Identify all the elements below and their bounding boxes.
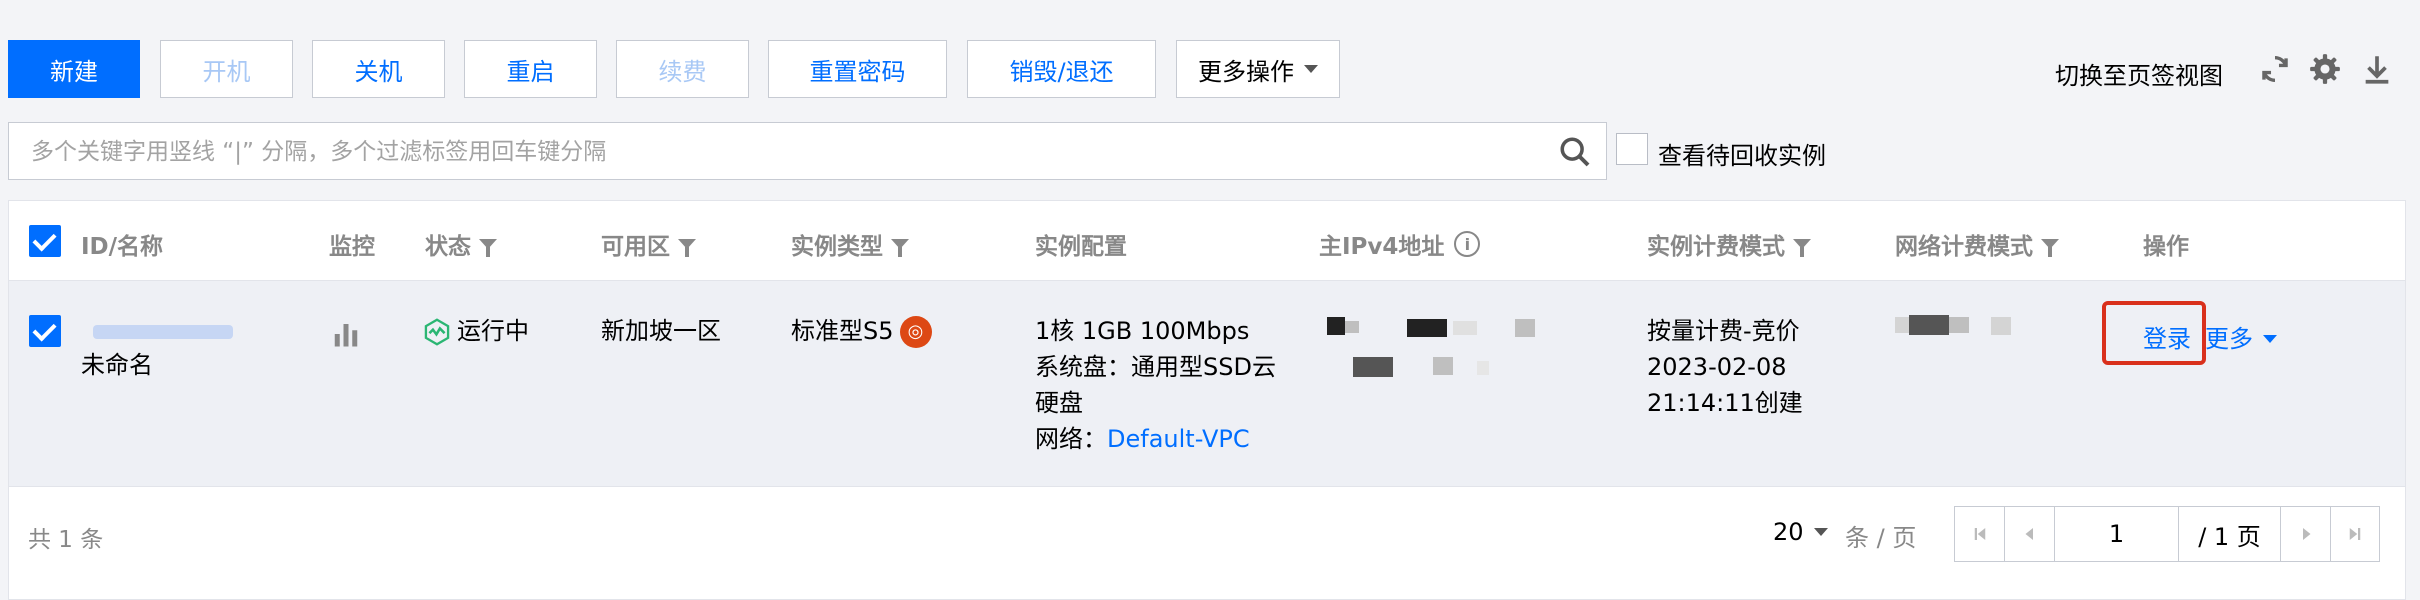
billing-time: 21:14:11创建 (1647, 389, 1803, 417)
instance-name: 未命名 (81, 351, 153, 379)
ubuntu-icon: ◎ (899, 316, 932, 348)
header-ipv4-label: 主IPv4地址 (1319, 234, 1445, 260)
vpc-link[interactable]: Default-VPC (1107, 425, 1250, 453)
header-network-billing: 网络计费模式 (1895, 227, 2059, 261)
config-disk: 系统盘：通用型SSD云 (1035, 353, 1276, 381)
filter-icon[interactable] (1793, 239, 1811, 257)
shutdown-button[interactable]: 关机 (312, 40, 445, 98)
last-page-button[interactable] (2331, 507, 2379, 561)
filter-icon[interactable] (2041, 239, 2059, 257)
more-action-dropdown[interactable]: 更多 (2205, 321, 2277, 357)
header-billing-mode-label: 实例计费模式 (1647, 234, 1785, 260)
header-status-label: 状态 (425, 234, 471, 260)
config-spec: 1核 1GB 100Mbps (1035, 317, 1250, 345)
filter-icon[interactable] (891, 239, 909, 257)
header-config-label: 实例配置 (1035, 234, 1127, 260)
instance-type-text: 标准型S5 (791, 317, 894, 345)
refresh-icon[interactable] (2258, 52, 2292, 86)
first-page-icon (1974, 528, 1985, 540)
header-id-name: ID/名称 (81, 227, 163, 261)
switch-tab-view-link[interactable]: 切换至页签视图 (2055, 56, 2223, 91)
next-page-button[interactable] (2281, 507, 2331, 561)
header-billing-mode: 实例计费模式 (1647, 227, 1811, 261)
table-row: 未命名 运行中 新加坡一区 标准型S5 ◎ 1核 1GB 100Mbps 系统盘：… (9, 281, 2405, 487)
instance-id-link[interactable] (93, 325, 233, 339)
search-icon[interactable] (1558, 135, 1592, 169)
restart-button[interactable]: 重启 (464, 40, 597, 98)
billing-date: 2023-02-08 (1647, 353, 1787, 381)
select-all-checkbox[interactable] (29, 225, 61, 257)
config-network: 网络：Default-VPC (1035, 421, 1276, 457)
header-zone: 可用区 (601, 227, 696, 261)
header-zone-label: 可用区 (601, 234, 670, 260)
next-page-icon (2302, 528, 2310, 540)
header-actions: 操作 (2143, 227, 2189, 261)
config-cell: 1核 1GB 100Mbps 系统盘：通用型SSD云 硬盘 网络：Default… (1035, 313, 1276, 457)
table-header: ID/名称 监控 状态 可用区 实例类型 实例配置 主IPv4地址 i 实例计费模… (9, 201, 2405, 281)
start-button[interactable]: 开机 (160, 40, 293, 98)
reset-password-button[interactable]: 重置密码 (768, 40, 947, 98)
page-size-value: 20 (1773, 518, 1804, 546)
total-count: 共 1 条 (28, 527, 104, 553)
recycle-instances-label: 查看待回收实例 (1658, 142, 1826, 170)
zone-cell: 新加坡一区 (601, 317, 721, 345)
running-status-icon (424, 318, 450, 346)
header-id-name-label: ID/名称 (81, 234, 164, 260)
network-billing-value (1895, 311, 2015, 341)
login-highlight-box (2102, 301, 2206, 365)
prev-page-button[interactable] (2005, 507, 2055, 561)
header-config: 实例配置 (1035, 227, 1127, 261)
search-input[interactable] (31, 135, 1531, 169)
chevron-down-icon (1813, 528, 1828, 536)
settings-icon[interactable] (2308, 52, 2342, 86)
more-actions-label: 更多操作 (1198, 57, 1294, 86)
header-ipv4: 主IPv4地址 i (1319, 227, 1481, 261)
chevron-down-icon (1304, 65, 1318, 73)
header-actions-label: 操作 (2143, 234, 2189, 260)
page-size-select[interactable]: 20 (1773, 518, 1828, 546)
info-icon[interactable]: i (1454, 231, 1481, 257)
page-number-input[interactable] (2055, 507, 2178, 561)
header-instance-type: 实例类型 (791, 227, 909, 261)
first-page-button[interactable] (1955, 507, 2005, 561)
header-monitor: 监控 (329, 227, 375, 261)
destroy-return-button[interactable]: 销毁/退还 (967, 40, 1156, 98)
more-actions-dropdown[interactable]: 更多操作 (1176, 40, 1340, 98)
search-box (8, 122, 1607, 180)
prev-page-icon (2025, 528, 2033, 540)
header-monitor-label: 监控 (329, 234, 375, 260)
row-checkbox[interactable] (29, 315, 61, 347)
header-status: 状态 (425, 227, 497, 261)
page-input-wrap (2055, 507, 2179, 561)
download-icon[interactable] (2360, 52, 2394, 86)
pagination: / 1 页 (1954, 506, 2380, 562)
billing-cell: 按量计费-竞价 2023-02-08 21:14:11创建 (1647, 313, 1803, 421)
renew-button[interactable]: 续费 (616, 40, 749, 98)
instance-type-cell: 标准型S5 ◎ (791, 313, 932, 349)
more-action-label: 更多 (2205, 325, 2253, 353)
page-size-unit: 条 / 页 (1845, 524, 1917, 552)
config-disk-cont: 硬盘 (1035, 389, 1083, 417)
header-network-billing-label: 网络计费模式 (1895, 234, 2033, 260)
billing-mode: 按量计费-竞价 (1647, 317, 1800, 345)
new-button[interactable]: 新建 (8, 40, 140, 98)
total-pages: / 1 页 (2179, 507, 2281, 561)
filter-icon[interactable] (678, 239, 696, 257)
monitor-chart-icon[interactable] (331, 319, 361, 349)
ipv4-address[interactable] (1319, 309, 1549, 379)
header-instance-type-label: 实例类型 (791, 234, 883, 260)
chevron-down-icon (2263, 335, 2277, 343)
filter-icon[interactable] (479, 239, 497, 257)
network-prefix: 网络： (1035, 425, 1107, 453)
status-cell: 运行中 (423, 313, 529, 349)
recycle-instances-checkbox[interactable] (1616, 133, 1648, 165)
status-text: 运行中 (457, 317, 529, 345)
last-page-icon (2349, 528, 2361, 540)
